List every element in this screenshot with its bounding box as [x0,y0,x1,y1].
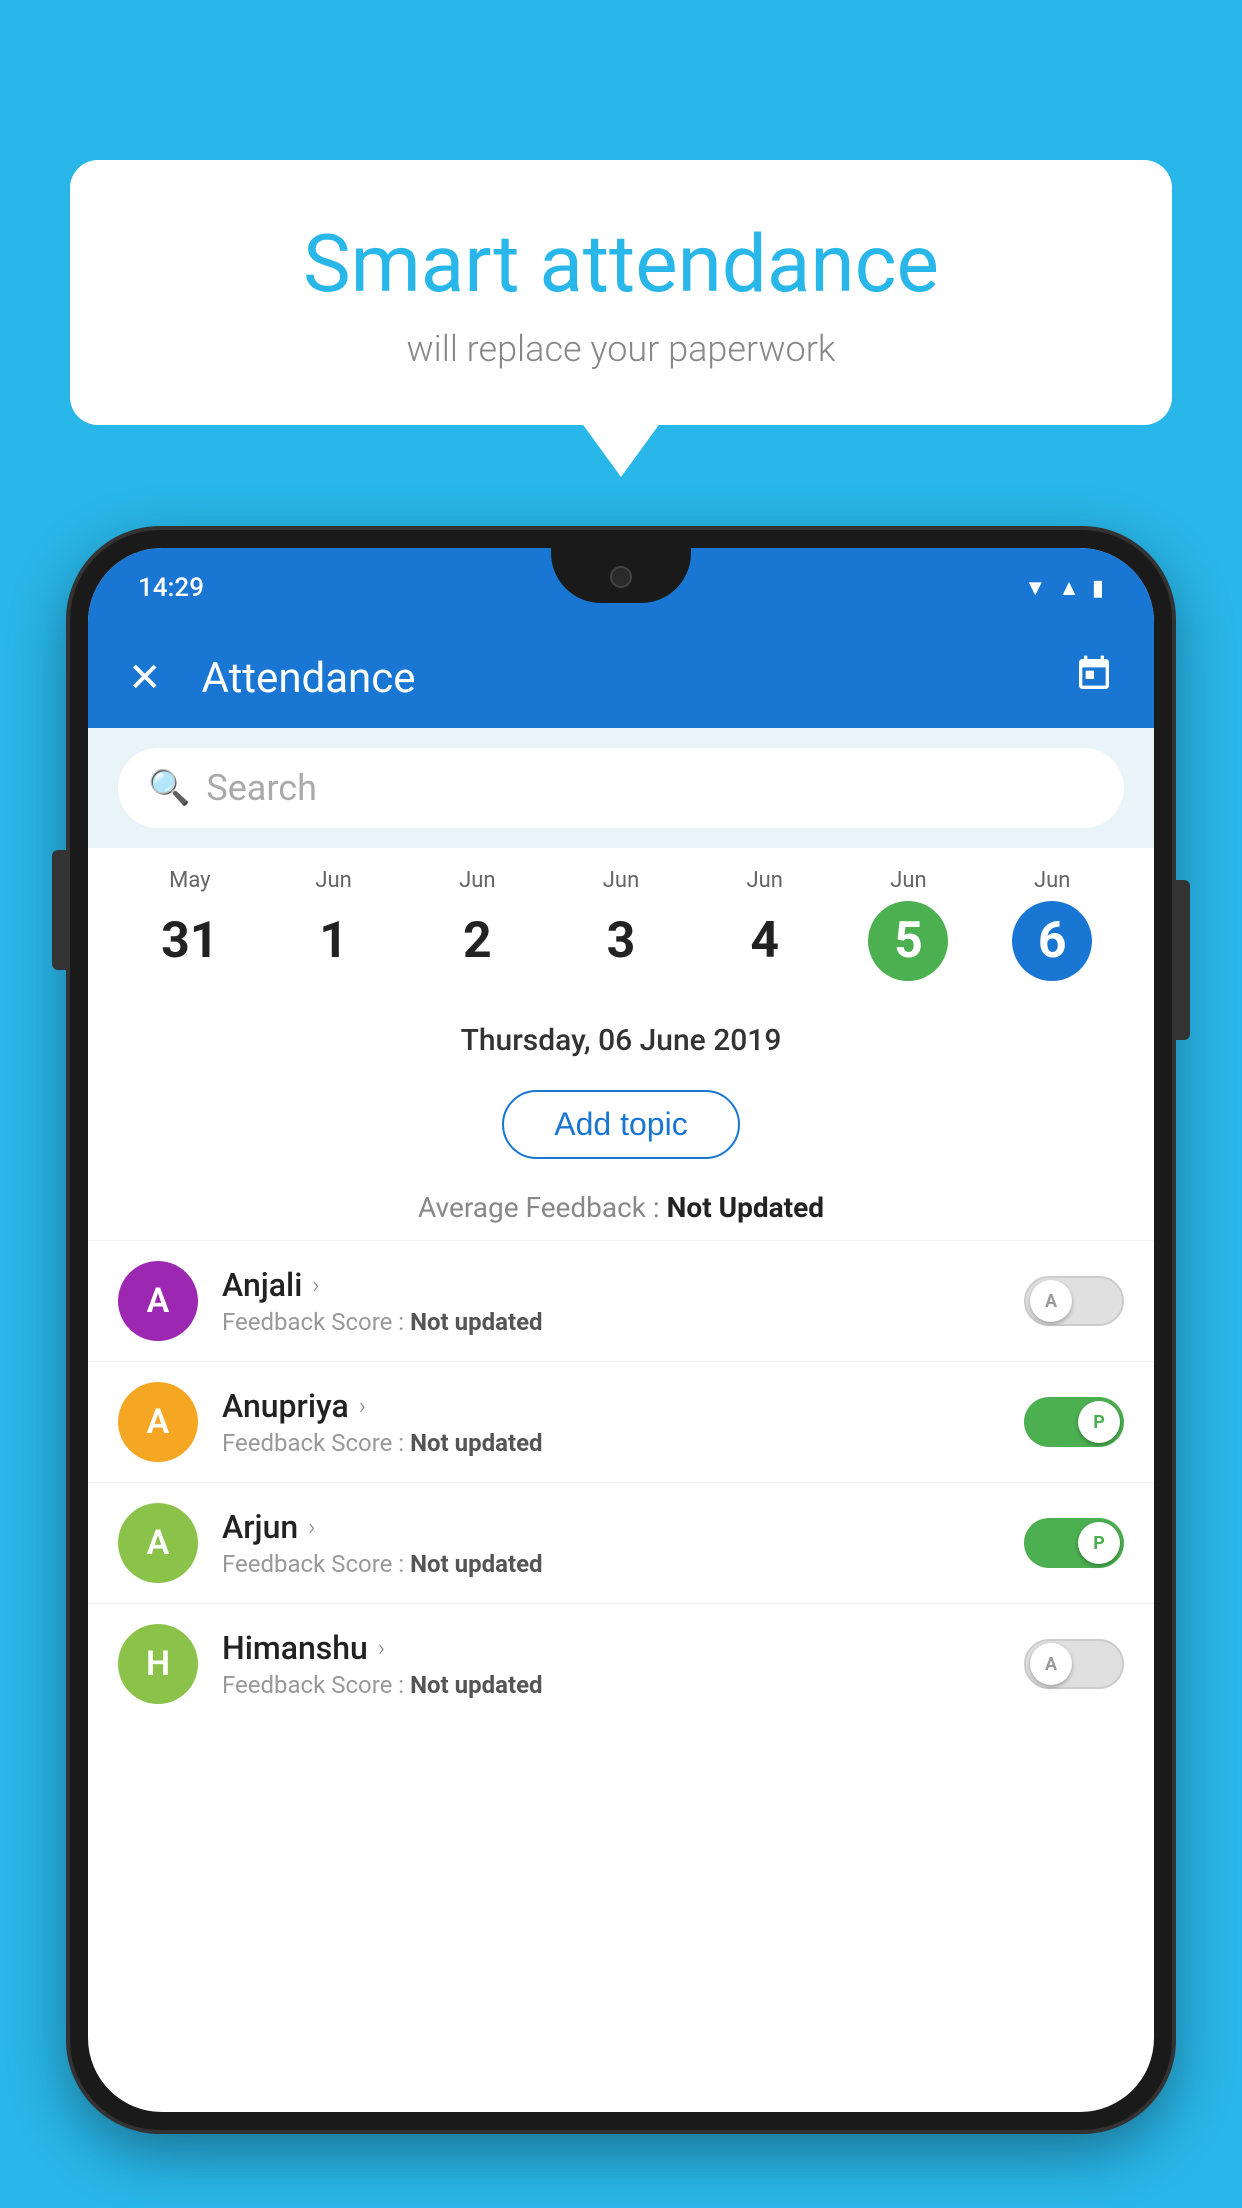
toggle-on[interactable]: P [1024,1397,1124,1447]
bubble-subtitle: will replace your paperwork [130,328,1112,370]
calendar-icon[interactable] [1074,654,1114,703]
app-bar: ✕ Attendance [88,628,1154,728]
status-time: 14:29 [138,573,204,603]
chevron-icon: › [359,1392,366,1420]
chevron-icon: › [312,1271,319,1299]
toggle-knob: A [1030,1280,1072,1322]
attendance-toggle[interactable]: A [1024,1639,1124,1689]
calendar-day-2[interactable]: Jun2 [405,868,549,981]
avatar: A [118,1382,198,1462]
attendance-toggle[interactable]: P [1024,1397,1124,1447]
student-item[interactable]: A Anupriya › Feedback Score : Not update… [88,1361,1154,1482]
wifi-icon: ▼ [1024,575,1046,601]
student-feedback: Feedback Score : Not updated [222,1308,1024,1336]
battery-icon: ▮ [1092,576,1104,601]
calendar-row: May31Jun1Jun2Jun3Jun4Jun5Jun6 [88,848,1154,1001]
toggle-knob: P [1078,1401,1120,1443]
student-feedback: Feedback Score : Not updated [222,1429,1024,1457]
attendance-toggle[interactable]: A [1024,1276,1124,1326]
speech-bubble: Smart attendance will replace your paper… [70,160,1172,425]
avg-feedback-label: Average Feedback : [418,1191,660,1224]
student-feedback: Feedback Score : Not updated [222,1671,1024,1699]
search-bar-wrapper: 🔍 Search [88,728,1154,848]
avg-feedback: Average Feedback : Not Updated [88,1181,1154,1240]
student-list: A Anjali › Feedback Score : Not updated … [88,1240,1154,1724]
student-info: Arjun › Feedback Score : Not updated [222,1508,1024,1578]
avatar: A [118,1503,198,1583]
chevron-icon: › [378,1634,385,1662]
close-button[interactable]: ✕ [128,658,162,698]
student-info: Himanshu › Feedback Score : Not updated [222,1629,1024,1699]
toggle-off[interactable]: A [1024,1276,1124,1326]
phone-screen: 14:29 ▼ ▲ ▮ ✕ Attendance [88,548,1154,2112]
student-name: Himanshu › [222,1629,1024,1667]
add-topic-button[interactable]: Add topic [502,1090,739,1159]
attendance-toggle[interactable]: P [1024,1518,1124,1568]
status-bar: 14:29 ▼ ▲ ▮ [88,548,1154,628]
calendar-day-31[interactable]: May31 [118,868,262,981]
avg-feedback-value: Not Updated [667,1191,824,1224]
status-icons: ▼ ▲ ▮ [1024,575,1104,601]
toggle-off[interactable]: A [1024,1639,1124,1689]
chevron-icon: › [308,1513,315,1541]
phone-shell: 14:29 ▼ ▲ ▮ ✕ Attendance [70,530,1172,2130]
toggle-knob: A [1030,1643,1072,1685]
calendar-day-1[interactable]: Jun1 [262,868,406,981]
notch [551,548,691,603]
student-info: Anupriya › Feedback Score : Not updated [222,1387,1024,1457]
calendar-day-3[interactable]: Jun3 [549,868,693,981]
student-name: Arjun › [222,1508,1024,1546]
toggle-on[interactable]: P [1024,1518,1124,1568]
search-placeholder: Search [206,767,317,809]
student-item[interactable]: A Anjali › Feedback Score : Not updated … [88,1240,1154,1361]
search-icon: 🔍 [148,768,190,808]
phone-container: 14:29 ▼ ▲ ▮ ✕ Attendance [70,530,1172,2208]
signal-icon: ▲ [1058,575,1080,601]
calendar-day-4[interactable]: Jun4 [693,868,837,981]
camera-dot [610,566,632,588]
student-item[interactable]: A Arjun › Feedback Score : Not updated P [88,1482,1154,1603]
search-bar[interactable]: 🔍 Search [118,748,1124,828]
avatar: A [118,1261,198,1341]
calendar-day-5[interactable]: Jun5 [837,868,981,981]
toggle-knob: P [1078,1522,1120,1564]
student-name: Anjali › [222,1266,1024,1304]
calendar-day-6[interactable]: Jun6 [980,868,1124,981]
student-info: Anjali › Feedback Score : Not updated [222,1266,1024,1336]
bubble-title: Smart attendance [130,220,1112,308]
avatar: H [118,1624,198,1704]
date-header: Thursday, 06 June 2019 [88,1001,1154,1068]
student-name: Anupriya › [222,1387,1024,1425]
student-feedback: Feedback Score : Not updated [222,1550,1024,1578]
speech-bubble-container: Smart attendance will replace your paper… [70,160,1172,425]
app-bar-title: Attendance [202,654,1074,703]
student-item[interactable]: H Himanshu › Feedback Score : Not update… [88,1603,1154,1724]
